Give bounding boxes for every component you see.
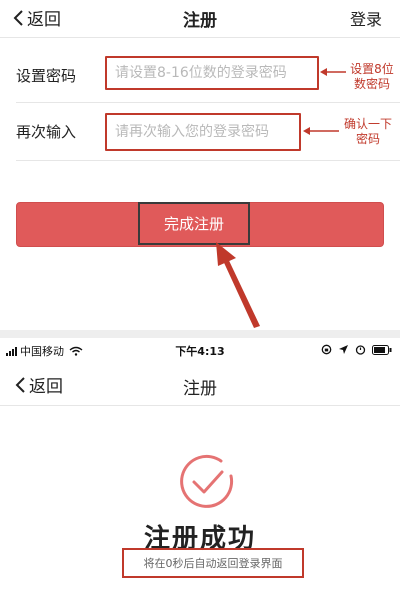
annotation-arrow-icon: [303, 127, 339, 135]
status-bar-right: [321, 344, 392, 355]
annotation-arrow-icon: [320, 68, 346, 76]
page-title: 注册: [183, 11, 217, 31]
redirect-hint: 将在0秒后自动返回登录界面: [122, 548, 304, 578]
battery-icon: [372, 344, 392, 355]
password-annotation: 设置8位 数密码: [350, 62, 394, 91]
password-label: 设置密码: [16, 67, 77, 85]
nav-divider: [0, 405, 400, 406]
page-title: 注册: [183, 379, 217, 399]
screenshot-separator: [0, 330, 400, 338]
nav-divider: [0, 37, 400, 38]
row-divider: [16, 160, 400, 161]
pointer-arrow-icon: [216, 242, 260, 328]
submit-button-label[interactable]: 完成注册: [138, 202, 250, 245]
location-icon: [339, 345, 348, 354]
alarm-icon: [355, 345, 366, 355]
confirm-annotation: 确认一下 密码: [343, 117, 392, 146]
row-divider: [16, 102, 400, 103]
confirm-label: 再次输入: [16, 123, 77, 141]
password-input[interactable]: [105, 56, 319, 90]
orientation-lock-icon: [321, 344, 332, 355]
login-link[interactable]: 登录: [350, 6, 382, 30]
confirm-password-input[interactable]: [105, 113, 301, 151]
success-check-icon: [180, 454, 234, 508]
